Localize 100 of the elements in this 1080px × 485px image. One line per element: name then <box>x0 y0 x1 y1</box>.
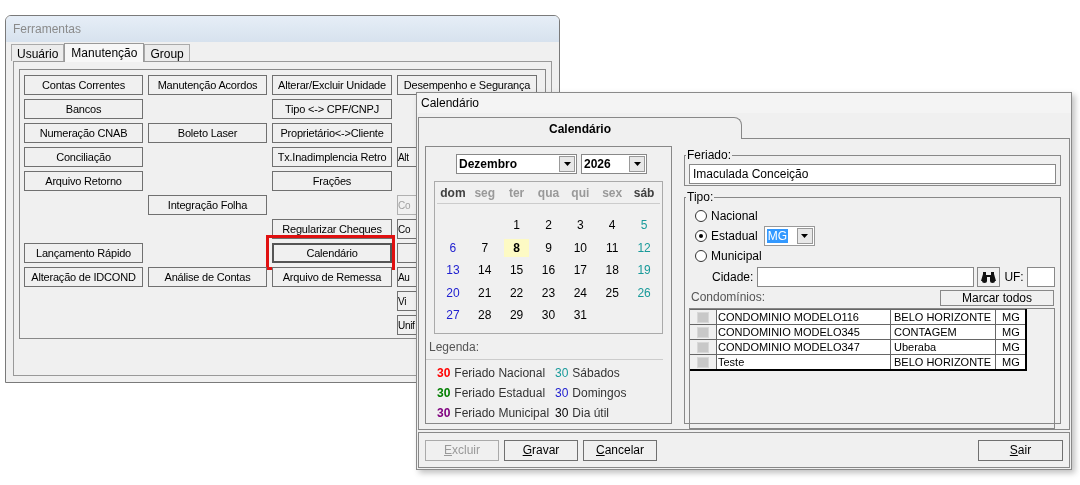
calendar-day[interactable]: 7 <box>472 238 498 257</box>
table-cell-text: MG <box>1001 340 1021 354</box>
row-checkbox[interactable] <box>697 356 709 368</box>
legend-label: Sábados <box>572 365 620 382</box>
table-cell: CONTAGEM <box>891 325 996 339</box>
tool-button[interactable]: Análise de Contas <box>148 267 267 287</box>
caret-icon <box>633 162 641 166</box>
calendar-day[interactable]: 18 <box>599 261 625 280</box>
tool-button[interactable] <box>397 243 419 263</box>
tool-button[interactable]: Boleto Laser <box>148 123 267 143</box>
dropdown-button[interactable] <box>629 156 645 172</box>
calendar-day[interactable]: 22 <box>504 283 530 302</box>
tool-button[interactable]: Alteração de IDCOND <box>24 267 143 287</box>
calendar-day[interactable]: 28 <box>472 306 498 325</box>
row-checkbox[interactable] <box>697 326 709 338</box>
calendar-day[interactable]: 1 <box>504 216 530 235</box>
dropdown-button[interactable] <box>559 156 575 172</box>
tool-button[interactable]: Au <box>397 267 419 287</box>
tool-button[interactable]: Contas Correntes <box>24 75 143 95</box>
tool-button[interactable]: Tx.Inadimplencia Retro <box>272 147 392 167</box>
dialog-button[interactable]: Cancelar <box>583 439 657 461</box>
calendar-day[interactable]: 11 <box>599 238 625 257</box>
calendar-day[interactable]: 29 <box>504 306 530 325</box>
table-cell-text: MG <box>1001 310 1021 324</box>
calendar-day[interactable]: 20 <box>440 283 466 302</box>
calendar-day[interactable]: 25 <box>599 283 625 302</box>
calendar-day[interactable]: 6 <box>440 238 466 257</box>
calendar-day[interactable]: 13 <box>440 261 466 280</box>
row-checkbox[interactable] <box>697 341 709 353</box>
table-cell: CONDOMINIO MODELO116 <box>717 310 891 324</box>
radio-option[interactable]: Municipal <box>695 246 762 265</box>
legend-sample: 30 <box>437 405 451 422</box>
radio-button[interactable] <box>695 249 707 262</box>
tab[interactable]: Usuário <box>11 44 65 61</box>
mark-all-button[interactable]: Marcar todos <box>940 290 1054 306</box>
calendar-day[interactable]: 2 <box>536 216 561 235</box>
table-cell: BELO HORIZONTE <box>891 310 996 324</box>
tool-button[interactable]: Desempenho e Segurança <box>397 75 537 95</box>
table-cell: CONDOMINIO MODELO345 <box>717 325 891 339</box>
legend-label: Dia útil <box>572 405 610 422</box>
tool-button[interactable]: Unif <box>397 315 419 335</box>
tab[interactable]: Group <box>144 44 190 61</box>
legend-label: Feriado Municipal <box>454 405 550 422</box>
tool-button[interactable]: Tipo <-> CPF/CNPJ <box>272 99 392 119</box>
tool-button[interactable]: Arquivo de Remessa <box>272 267 392 287</box>
tool-button[interactable]: Vi <box>397 291 419 311</box>
calendar-day[interactable]: 8 <box>504 238 530 257</box>
year-dropdown[interactable]: 2026 <box>581 154 647 174</box>
calendar-day[interactable]: 9 <box>536 238 561 257</box>
tool-button[interactable]: Alt <box>397 147 419 167</box>
uf-field[interactable] <box>1026 267 1055 287</box>
tool-button[interactable]: Calendário <box>272 243 392 263</box>
radio-option[interactable]: Estadual <box>695 226 758 245</box>
tool-button[interactable]: Manutenção Acordos <box>148 75 267 95</box>
radio-button[interactable] <box>695 209 707 222</box>
tool-button[interactable]: Frações <box>272 171 392 191</box>
calendar-day[interactable]: 30 <box>536 306 561 325</box>
table-cell-text: MG <box>1001 355 1021 369</box>
calendar-day[interactable]: 3 <box>567 216 593 235</box>
tool-button[interactable]: Co <box>397 219 419 239</box>
table-cell: BELO HORIZONTE <box>891 355 996 369</box>
tab[interactable]: Manutenção <box>64 43 145 62</box>
tool-button[interactable]: Lançamento Rápido <box>24 243 143 263</box>
legend-label: Feriado Estadual <box>454 385 546 402</box>
calendar-day[interactable]: 16 <box>536 261 561 280</box>
calendar-day[interactable]: 17 <box>567 261 593 280</box>
group-label: Feriado: <box>686 147 733 164</box>
calendar-day[interactable]: 14 <box>472 261 498 280</box>
dialog-button[interactable]: Gravar <box>504 439 578 461</box>
dropdown-button[interactable] <box>796 227 813 244</box>
tool-button[interactable]: Arquivo Retorno <box>24 171 143 191</box>
weekday-label: sex <box>601 184 624 202</box>
tool-button[interactable]: Alterar/Excluir Unidade <box>272 75 392 95</box>
holiday-name-field[interactable]: Imaculada Conceição <box>689 164 1056 184</box>
radio-button[interactable] <box>695 229 707 242</box>
tool-button[interactable]: Integração Folha <box>148 195 267 215</box>
calendar-day[interactable]: 15 <box>504 261 530 280</box>
tool-button[interactable]: Bancos <box>24 99 143 119</box>
tool-button[interactable]: Numeração CNAB <box>24 123 143 143</box>
calendar-day[interactable]: 23 <box>536 283 561 302</box>
field-label: Cidade: <box>712 269 754 286</box>
tab[interactable]: Calendário <box>418 117 742 139</box>
row-checkbox[interactable] <box>697 311 709 323</box>
calendar-day[interactable]: 21 <box>472 283 498 302</box>
month-value: Dezembro <box>459 156 517 173</box>
month-dropdown[interactable]: Dezembro <box>456 154 577 174</box>
dialog-button[interactable]: Sair <box>978 439 1063 461</box>
weekday-label: sáb <box>632 184 656 202</box>
calendar-day[interactable]: 24 <box>567 283 593 302</box>
tool-button[interactable]: Proprietário<->Cliente <box>272 123 392 143</box>
calendar-day[interactable]: 27 <box>440 306 466 325</box>
weekday-label: dom <box>439 184 467 202</box>
city-field[interactable] <box>757 267 975 287</box>
tool-button[interactable]: Conciliação <box>24 147 143 167</box>
calendar-day[interactable]: 31 <box>567 306 593 325</box>
calendar-day[interactable]: 4 <box>599 216 625 235</box>
lookup-button[interactable] <box>977 267 1001 287</box>
legend-sample: 30 <box>555 405 569 422</box>
calendar-day[interactable]: 10 <box>567 238 593 257</box>
radio-option[interactable]: Nacional <box>695 206 758 225</box>
